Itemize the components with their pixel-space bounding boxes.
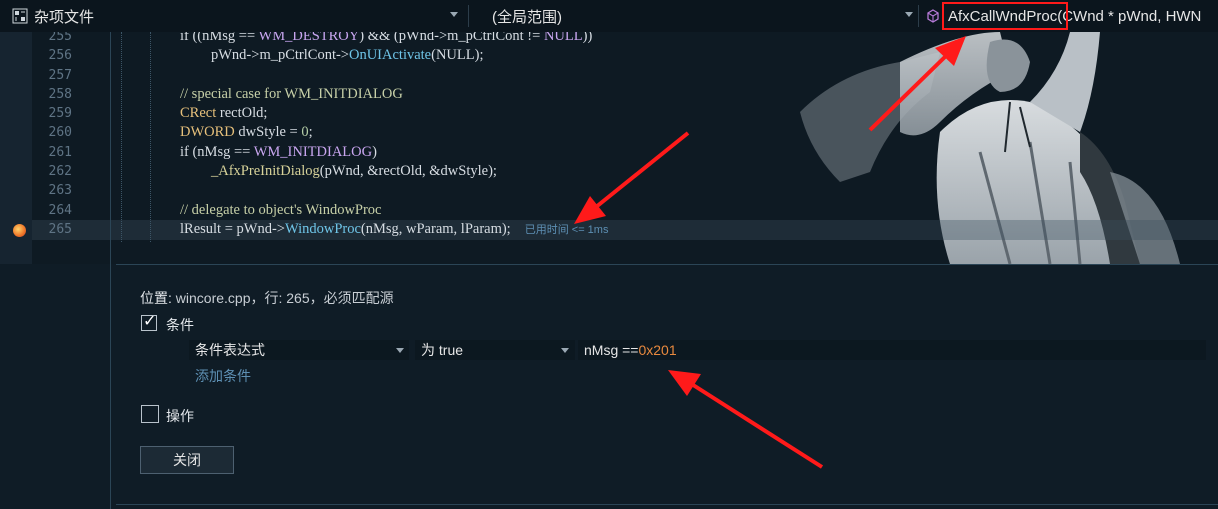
file-scope-dropdown[interactable]: 杂项文件: [34, 0, 94, 32]
code-token: if (nMsg ==: [180, 144, 254, 160]
scope-dropdown[interactable]: (全局范围): [492, 0, 562, 32]
location-value[interactable]: wincore.cpp，行: 265，必须匹配源: [176, 290, 394, 306]
code-token: ): [372, 144, 377, 160]
line-number: 262: [48, 164, 72, 179]
line-number: 258: [48, 87, 72, 102]
code-token: dwStyle =: [234, 124, 302, 140]
condition-mode-select[interactable]: 为 true: [415, 340, 575, 360]
line-number: 264: [48, 203, 72, 218]
code-line: 263: [0, 181, 1218, 200]
line-number: 263: [48, 183, 72, 198]
condition-mode-value: 为 true: [421, 342, 464, 358]
code-token: )): [582, 32, 593, 44]
chevron-down-icon[interactable]: [905, 12, 913, 17]
scope-label: (全局范围): [492, 8, 562, 26]
method-cube-icon: [927, 9, 939, 23]
panel-bottom-divider: [116, 504, 1218, 505]
line-number: 261: [48, 145, 72, 160]
code-token: NULL: [543, 32, 583, 44]
code-token: ;: [308, 124, 313, 140]
line-number: 257: [48, 68, 72, 83]
code-comment: // special case for WM_INITDIALOG: [180, 86, 403, 102]
code-line: 258 // special case for WM_INITDIALOG: [0, 85, 1218, 104]
code-line-current: 265 lResult = pWnd->WindowProc(nMsg, wPa…: [0, 220, 1218, 239]
code-token: (pWnd, &rectOld, &dwStyle);: [319, 163, 497, 179]
code-token: (NULL);: [431, 47, 484, 63]
line-number: 265: [48, 222, 72, 237]
code-token: DWORD: [180, 124, 235, 140]
condition-type-value: 条件表达式: [195, 342, 265, 358]
code-comment: // delegate to object's WindowProc: [180, 202, 382, 218]
code-line: 259 CRect rectOld;: [0, 104, 1218, 123]
code-line: 262 _AfxPreInitDialog(pWnd, &rectOld, &d…: [0, 162, 1218, 181]
condition-expression-input[interactable]: nMsg ==0x201: [578, 340, 1206, 360]
code-token: pWnd->m_pCtrlCont->: [211, 47, 349, 63]
line-number: 256: [48, 48, 72, 63]
highlight-box: [942, 2, 1068, 30]
code-editor[interactable]: 255 if ((nMsg == WM_DESTROY) && (pWnd->m…: [0, 32, 1218, 264]
code-token: lResult = pWnd->: [180, 221, 285, 237]
line-number: 260: [48, 125, 72, 140]
code-token: rectOld;: [216, 105, 268, 121]
file-scope-label: 杂项文件: [34, 8, 95, 26]
actions-checkbox[interactable]: [141, 405, 159, 423]
expression-hex-value: 0x201: [638, 342, 677, 358]
code-token: (nMsg, wParam, lParam);: [360, 221, 511, 237]
elapsed-time-hint: 已用时间 <= 1ms: [524, 224, 609, 236]
code-line: 256 pWnd->m_pCtrlCont->OnUIActivate(NULL…: [0, 46, 1218, 65]
code-line: 260 DWORD dwStyle = 0;: [0, 123, 1218, 142]
conditions-label: 条件: [166, 317, 194, 333]
code-line: 264 // delegate to object's WindowProc: [0, 201, 1218, 220]
chevron-down-icon[interactable]: [450, 12, 458, 17]
close-button[interactable]: 关闭: [140, 446, 234, 474]
code-line: 261 if (nMsg == WM_INITDIALOG): [0, 143, 1218, 162]
code-token: _AfxPreInitDialog: [211, 163, 320, 179]
code-token: WM_INITDIALOG: [253, 144, 373, 160]
code-token: WM_DESTROY: [258, 32, 360, 44]
divider: [468, 5, 469, 27]
navigation-bar: 杂项文件 (全局范围) AfxCallWndProc (CWnd * pWnd, …: [0, 0, 1218, 33]
line-number: 259: [48, 106, 72, 121]
divider: [918, 5, 919, 27]
code-token: 0: [301, 124, 309, 140]
code-line: 255 if ((nMsg == WM_DESTROY) && (pWnd->m…: [0, 32, 1218, 46]
add-condition-link[interactable]: 添加条件: [195, 366, 251, 386]
conditions-checkbox[interactable]: ✓: [141, 311, 157, 331]
code-token: ) && (pWnd->m_pCtrlCont !=: [359, 32, 544, 44]
location-label: 位置:: [140, 290, 172, 306]
expression-text: nMsg ==: [584, 342, 639, 358]
location-row: 位置: wincore.cpp，行: 265，必须匹配源: [140, 288, 394, 308]
panel-divider: [110, 264, 111, 509]
function-params: (CWnd * pWnd, HWN: [1057, 7, 1202, 25]
code-token: if ((nMsg ==: [180, 32, 259, 44]
chevron-down-icon[interactable]: [561, 348, 569, 353]
condition-type-select[interactable]: 条件表达式: [189, 340, 409, 360]
code-token: CRect: [180, 105, 217, 121]
code-token: OnUIActivate: [348, 47, 432, 63]
line-number: 255: [48, 32, 72, 44]
code-token: WindowProc: [284, 221, 361, 237]
misc-files-icon: [12, 8, 28, 24]
chevron-down-icon[interactable]: [396, 348, 404, 353]
checkmark-icon: ✓: [143, 311, 157, 330]
actions-label: 操作: [166, 408, 194, 424]
code-line: 257: [0, 66, 1218, 85]
